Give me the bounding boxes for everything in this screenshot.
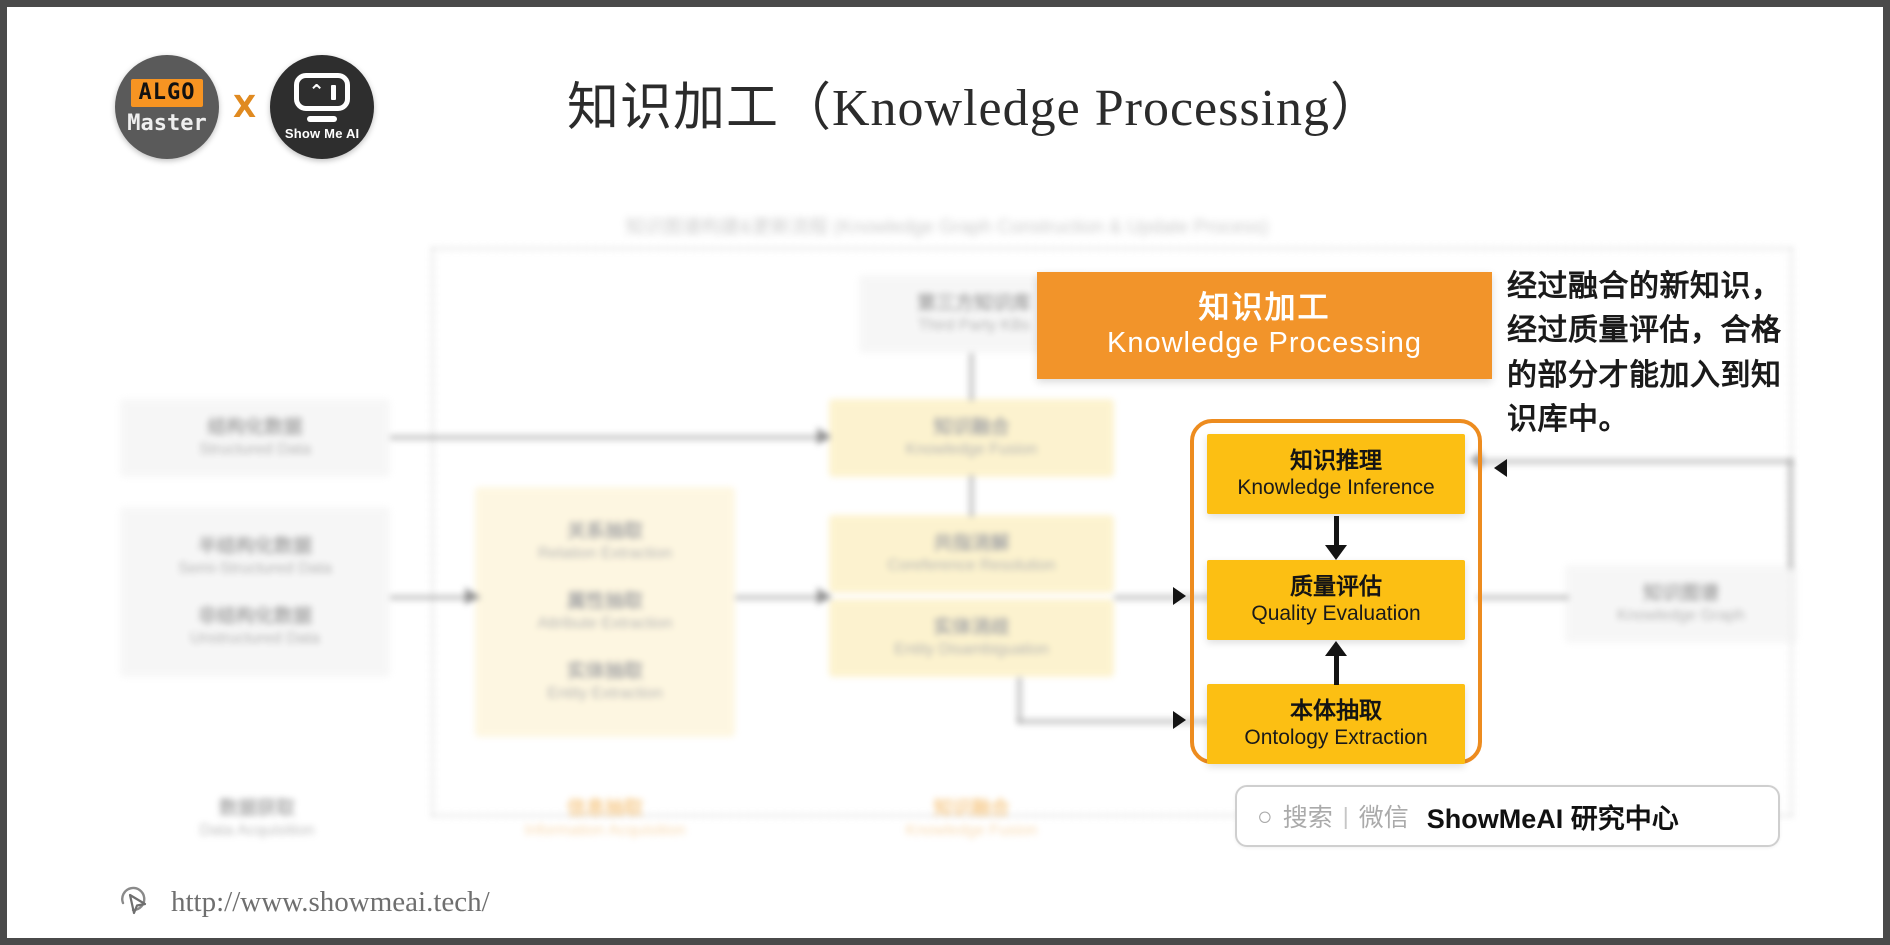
arrowhead-into-quality	[1173, 587, 1186, 605]
knowledge-inference-box[interactable]: 知识推理 Knowledge Inference	[1207, 434, 1465, 514]
bottom-label-knowledge-fusion: 知识融合 Knowledge Fusion	[829, 797, 1114, 841]
fusion-box-coreference: 共指消解 Coreference Resolution	[829, 515, 1114, 593]
connector-kg-feedback-h	[1477, 459, 1793, 464]
search-placeholder: 搜索	[1282, 804, 1333, 832]
bottom-label-0-en: Data Acquisition	[199, 821, 315, 839]
input-structured-en: Structured Data	[198, 440, 312, 458]
search-separator: |	[1342, 802, 1349, 829]
fusion-disamb-cn: 实体消歧	[933, 617, 1010, 639]
bottom-label-2-en: Knowledge Fusion	[905, 821, 1038, 839]
fusion-disamb-en: Entity Disambiguation	[894, 640, 1049, 658]
extraction-entity-cn: 实体抽取	[566, 660, 643, 682]
wechat-search-bar[interactable]: ○ 搜索 | 微信 ShowMeAI 研究中心	[1235, 785, 1780, 847]
input-semi-en: Semi-Structured Data	[178, 560, 332, 577]
fusion-kf-en: Knowledge Fusion	[905, 440, 1038, 458]
input-structured-cn: 结构化数据	[207, 417, 303, 439]
fusion-box-disambiguation: 实体消歧 Entity Disambiguation	[829, 599, 1114, 677]
slide-canvas: ALGO Master X ⌃ Show Me AI 知识加工（Knowledg…	[0, 0, 1890, 945]
diagram-header: 知识图谱构建&更新流程 (Knowledge Graph Constructio…	[625, 217, 1269, 238]
footer: http://www.showmeai.tech/	[119, 885, 490, 919]
ontology-extraction-cn: 本体抽取	[1290, 697, 1382, 724]
connector-fusion-to-ontology	[1017, 719, 1217, 724]
fusion-kf-cn: 知识融合	[933, 417, 1010, 439]
bottom-label-0-cn: 数据获取	[218, 798, 295, 819]
fusion-coref-en: Coreference Resolution	[887, 556, 1056, 574]
input-unstructured-group: 非结构化数据 Unstructured Data	[190, 605, 320, 649]
search-icon: ○	[1257, 801, 1273, 831]
connector-processing-to-kg	[1477, 595, 1569, 600]
connector-kb-to-fusion	[969, 353, 974, 401]
kp-header-cn: 知识加工	[1198, 290, 1331, 326]
extraction-box: 关系抽取 Relation Extraction 属性抽取 Attribute …	[475, 487, 735, 737]
connector-fusion-internal-1	[969, 475, 974, 517]
bottom-label-2-cn: 知识融合	[933, 798, 1010, 819]
ontology-extraction-box[interactable]: 本体抽取 Ontology Extraction	[1207, 684, 1465, 764]
kp-header-en: Knowledge Processing	[1106, 326, 1422, 359]
knowledge-graph-en: Knowledge Graph	[1616, 606, 1746, 624]
connector-structured-to-fusion	[390, 435, 830, 440]
knowledge-inference-cn: 知识推理	[1290, 447, 1382, 474]
search-brand: ShowMeAI 研究中心	[1426, 803, 1679, 834]
arrow-ontology-to-quality	[1334, 655, 1339, 685]
extraction-attribute: 属性抽取 Attribute Extraction	[537, 590, 672, 634]
knowledge-inference-en: Knowledge Inference	[1237, 475, 1435, 499]
input-box-semi-unstructured: 半结构化数据 Semi-Structured Data 非结构化数据 Unstr…	[120, 507, 390, 677]
quality-evaluation-box[interactable]: 质量评估 Quality Evaluation	[1207, 560, 1465, 640]
input-semi-cn: 半结构化数据	[197, 536, 312, 558]
annotation-text: 经过融合的新知识，经过质量评估，合格的部分才能加入到知识库中。	[1507, 270, 1782, 437]
input-unstructured-cn: 非结构化数据	[197, 606, 312, 627]
fusion-box-knowledge-fusion: 知识融合 Knowledge Fusion	[829, 399, 1114, 477]
extraction-relation-en: Relation Extraction	[537, 545, 673, 563]
bottom-label-1-cn: 信息抽取	[566, 798, 643, 819]
search-channel: 微信	[1358, 804, 1409, 832]
cursor-arrow-icon	[121, 886, 147, 915]
input-semi-group: 半结构化数据 Semi-Structured Data	[178, 535, 332, 579]
arrowhead-up-icon	[1325, 641, 1347, 656]
arrowhead-extraction-in	[465, 587, 478, 605]
third-party-kb-en: Third Party KBs	[917, 316, 1031, 334]
extraction-relation: 关系抽取 Relation Extraction	[538, 520, 672, 564]
knowledge-graph-cn: 知识图谱	[1642, 583, 1719, 605]
third-party-kb-cn: 第三方知识库	[916, 293, 1031, 315]
input-box-structured: 结构化数据 Structured Data	[120, 399, 390, 477]
bottom-label-information-acquisition: 信息抽取 Information Acquisition	[465, 797, 745, 841]
knowledge-processing-header: 知识加工 Knowledge Processing	[1037, 272, 1492, 379]
extraction-relation-cn: 关系抽取	[566, 521, 643, 543]
bottom-label-1-en: Information Acquisition	[524, 821, 686, 839]
ontology-extraction-en: Ontology Extraction	[1244, 725, 1428, 749]
arrowhead-into-ontology	[1173, 711, 1186, 729]
bottom-label-data-acquisition: 数据获取 Data Acquisition	[117, 797, 397, 841]
extraction-attribute-en: Attribute Extraction	[537, 614, 673, 632]
connector-fusion-down	[1017, 677, 1022, 722]
arrowhead-into-inference	[1494, 459, 1507, 477]
quality-evaluation-cn: 质量评估	[1290, 573, 1382, 600]
extraction-attribute-cn: 属性抽取	[566, 591, 643, 613]
arrowhead-fusion-in	[817, 427, 830, 445]
input-unstructured-en: Unstructured Data	[190, 629, 320, 647]
quality-evaluation-en: Quality Evaluation	[1251, 601, 1421, 625]
connector-kg-feedback-v	[1788, 459, 1793, 569]
knowledge-graph-box: 知识图谱 Knowledge Graph	[1565, 565, 1797, 643]
fusion-coref-cn: 共指消解	[933, 533, 1010, 555]
extraction-entity-en: Entity Extraction	[547, 684, 663, 702]
arrowhead-fusion-in-2	[817, 587, 830, 605]
arrowhead-down-icon	[1325, 545, 1347, 560]
footer-url[interactable]: http://www.showmeai.tech/	[171, 886, 490, 919]
extraction-entity: 实体抽取 Entity Extraction	[547, 660, 663, 704]
